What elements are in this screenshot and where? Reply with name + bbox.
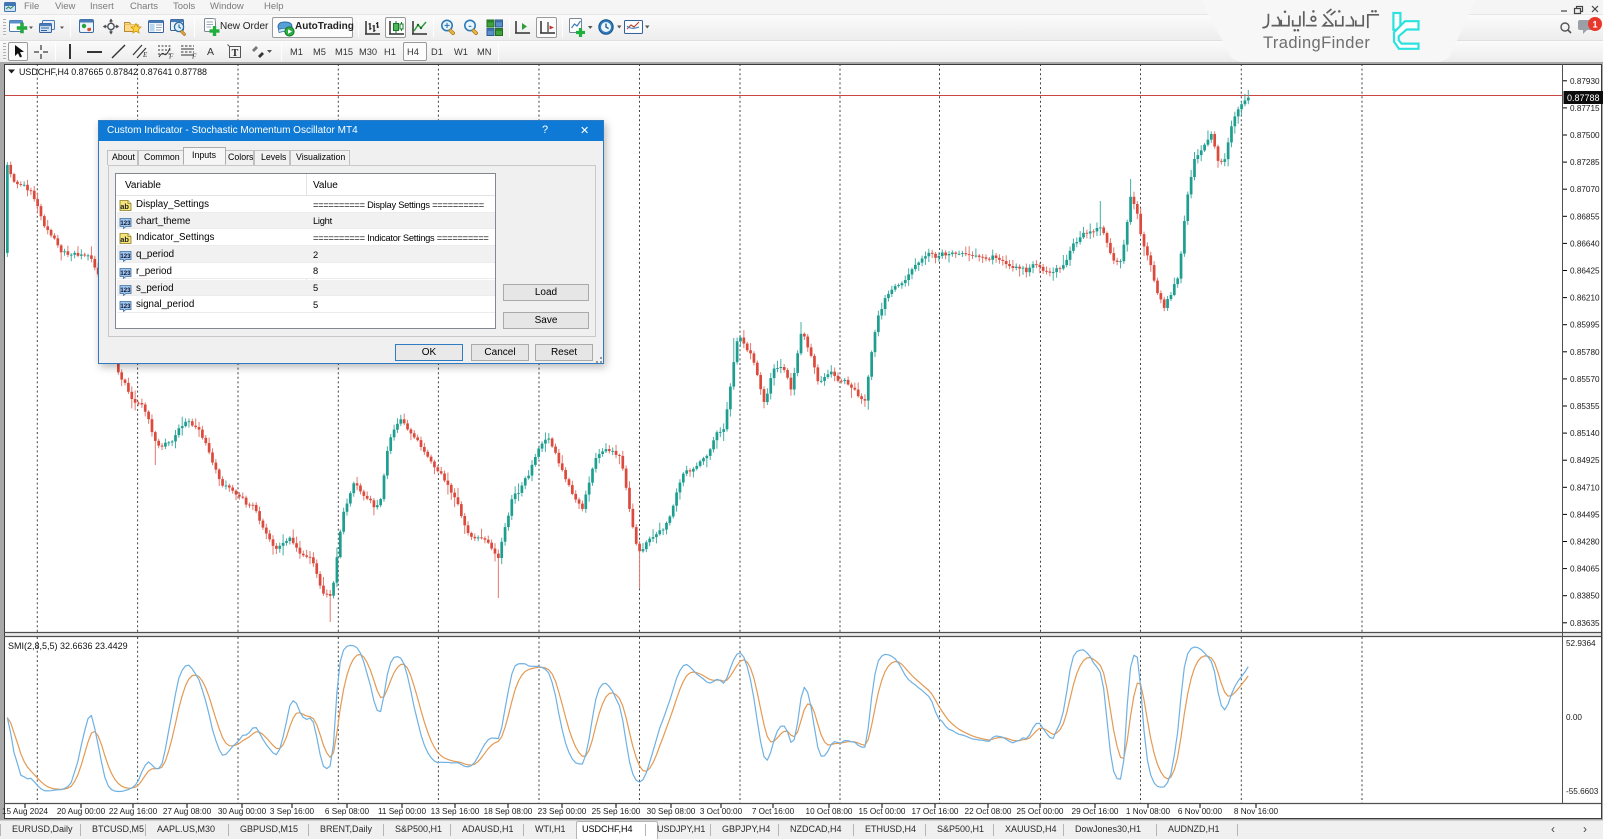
svg-text:13 Sep 16:00: 13 Sep 16:00 xyxy=(431,807,480,816)
svg-text:0.84710: 0.84710 xyxy=(1570,483,1600,492)
svg-text:123: 123 xyxy=(120,288,131,294)
svg-text:8 Nov 16:00: 8 Nov 16:00 xyxy=(1234,807,1279,816)
svg-text:7 Oct 16:00: 7 Oct 16:00 xyxy=(752,807,795,816)
svg-text:0.84280: 0.84280 xyxy=(1570,538,1600,547)
svg-text:29 Oct 16:00: 29 Oct 16:00 xyxy=(1072,807,1119,816)
svg-text:3 Oct 00:00: 3 Oct 00:00 xyxy=(700,807,743,816)
svg-text:23 Sep 00:00: 23 Sep 00:00 xyxy=(538,807,587,816)
svg-text:0.85570: 0.85570 xyxy=(1570,375,1600,384)
svg-text:123: 123 xyxy=(120,304,131,310)
svg-text:SMI(2,8,5,5) 32.6636 23.4429: SMI(2,8,5,5) 32.6636 23.4429 xyxy=(8,641,128,651)
svg-text:0.83850: 0.83850 xyxy=(1570,592,1600,601)
svg-text:0.87788: 0.87788 xyxy=(1567,93,1600,103)
svg-text:18 Sep 08:00: 18 Sep 08:00 xyxy=(484,807,533,816)
svg-text:123: 123 xyxy=(120,271,131,277)
svg-text:0.87070: 0.87070 xyxy=(1570,185,1600,194)
svg-text:3 Sep 16:00: 3 Sep 16:00 xyxy=(270,807,315,816)
svg-text:6 Nov 00:00: 6 Nov 00:00 xyxy=(1178,807,1223,816)
svg-text:USDCHF,H4 0.87665 0.87842 0.8: USDCHF,H4 0.87665 0.87842 0.87641 0.8778… xyxy=(19,67,207,77)
svg-text:15 Aug 2024: 15 Aug 2024 xyxy=(2,807,48,816)
svg-text:27 Aug 08:00: 27 Aug 08:00 xyxy=(163,807,212,816)
svg-text:0.87500: 0.87500 xyxy=(1570,131,1600,140)
svg-text:1 Nov 08:00: 1 Nov 08:00 xyxy=(1126,807,1171,816)
svg-text:30 Sep 08:00: 30 Sep 08:00 xyxy=(647,807,696,816)
svg-text:0.85355: 0.85355 xyxy=(1570,402,1600,411)
svg-text:0.85780: 0.85780 xyxy=(1570,348,1600,357)
svg-text:0.87285: 0.87285 xyxy=(1570,158,1600,167)
svg-text:6 Sep 08:00: 6 Sep 08:00 xyxy=(325,807,370,816)
svg-text:0.00: 0.00 xyxy=(1566,713,1582,722)
svg-text:0.86855: 0.86855 xyxy=(1570,212,1600,221)
svg-text:0.84495: 0.84495 xyxy=(1570,510,1600,519)
svg-text:17 Oct 16:00: 17 Oct 16:00 xyxy=(912,807,959,816)
svg-text:0.87715: 0.87715 xyxy=(1570,104,1600,113)
svg-text:123: 123 xyxy=(120,221,131,227)
svg-text:0.86210: 0.86210 xyxy=(1570,294,1600,303)
svg-text:0.85995: 0.85995 xyxy=(1570,321,1600,330)
svg-text:0.84925: 0.84925 xyxy=(1570,456,1600,465)
svg-text:15 Oct 00:00: 15 Oct 00:00 xyxy=(859,807,906,816)
svg-text:0.86640: 0.86640 xyxy=(1570,239,1600,248)
svg-text:ab: ab xyxy=(120,202,129,211)
svg-text:20 Aug 00:00: 20 Aug 00:00 xyxy=(57,807,106,816)
svg-text:25 Oct 00:00: 25 Oct 00:00 xyxy=(1017,807,1064,816)
svg-text:10 Oct 08:00: 10 Oct 08:00 xyxy=(806,807,853,816)
svg-text:ab: ab xyxy=(120,235,129,244)
svg-text:0.84065: 0.84065 xyxy=(1570,565,1600,574)
svg-text:0.87930: 0.87930 xyxy=(1570,77,1600,86)
svg-text:30 Aug 00:00: 30 Aug 00:00 xyxy=(218,807,267,816)
svg-text:TradingFinder: TradingFinder xyxy=(1263,34,1370,52)
svg-text:22 Aug 16:00: 22 Aug 16:00 xyxy=(109,807,158,816)
svg-text:0.85140: 0.85140 xyxy=(1570,429,1600,438)
svg-text:22 Oct 08:00: 22 Oct 08:00 xyxy=(965,807,1012,816)
svg-text:0.83635: 0.83635 xyxy=(1570,619,1600,628)
svg-text:123: 123 xyxy=(120,254,131,260)
svg-text:0.86425: 0.86425 xyxy=(1570,267,1600,276)
svg-text:1: 1 xyxy=(1592,20,1597,30)
svg-text:-55.6603: -55.6603 xyxy=(1566,787,1599,796)
svg-text:11 Sep 00:00: 11 Sep 00:00 xyxy=(378,807,427,816)
svg-text:52.9364: 52.9364 xyxy=(1566,639,1596,648)
svg-text:25 Sep 16:00: 25 Sep 16:00 xyxy=(592,807,641,816)
